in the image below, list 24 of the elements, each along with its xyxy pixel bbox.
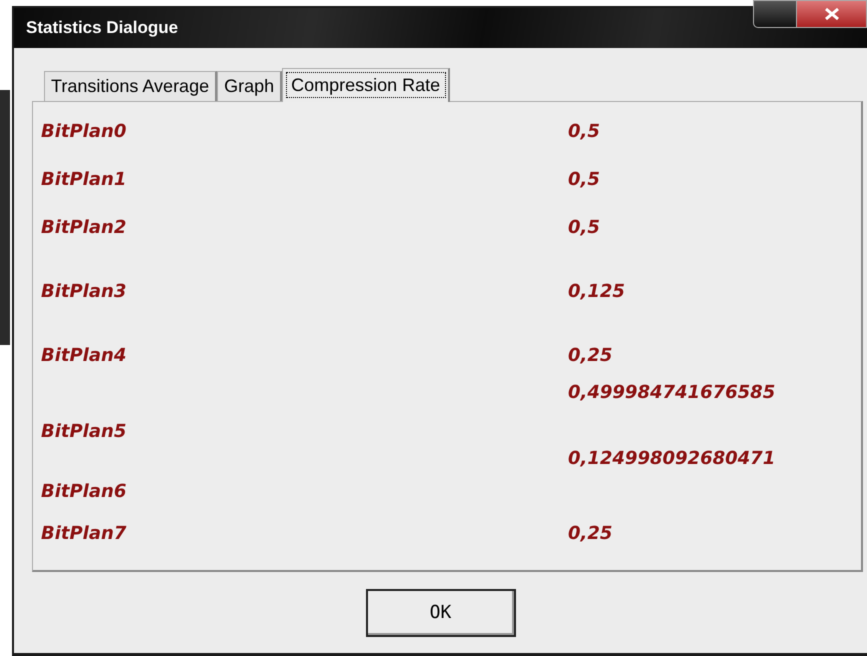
row-label: BitPlan0 [41, 121, 126, 142]
row-value: 0,5 [568, 217, 600, 238]
close-button[interactable] [797, 0, 867, 28]
tab[interactable]: Graph [217, 71, 282, 101]
row-label: BitPlan2 [41, 217, 126, 238]
row-value: 0,499984741676585 [568, 382, 776, 403]
row-value: 0,25 [568, 523, 612, 544]
tab[interactable]: Transitions Average [44, 71, 218, 101]
row-value: 0,5 [568, 169, 600, 190]
row-label: BitPlan6 [41, 481, 126, 502]
ok-button[interactable]: OK [366, 588, 516, 636]
row-label: BitPlan1 [41, 169, 126, 190]
row-label: BitPlan3 [41, 281, 126, 302]
window-title: Statistics Dialogue [26, 18, 178, 38]
tab[interactable]: Compression Rate [282, 68, 450, 102]
row-value: 0,5 [568, 121, 600, 142]
close-icon [824, 8, 840, 20]
row-label: BitPlan4 [41, 345, 126, 366]
row-value: 0,125 [568, 281, 625, 302]
row-value: 0,25 [568, 345, 612, 366]
row-label: BitPlan7 [41, 523, 126, 544]
row-label: BitPlan5 [41, 421, 126, 442]
minimize-button[interactable] [753, 0, 797, 28]
row-value: 0,124998092680471 [568, 448, 776, 469]
